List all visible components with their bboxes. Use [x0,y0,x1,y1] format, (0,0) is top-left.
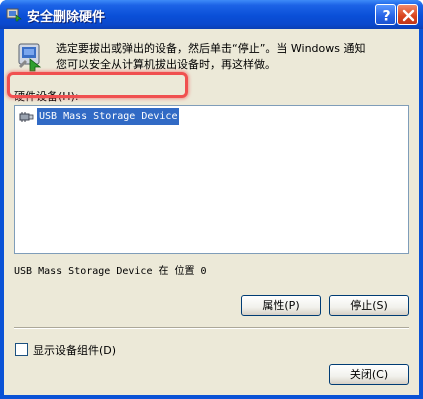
dialog-window: 安全删除硬件 ? 选定要拔出或弹出的设备，然后单击“停止”。当 Windows … [0,0,423,399]
selection-highlight-ring [7,72,188,98]
properties-button[interactable]: 属性(P) [241,295,321,316]
device-label: USB Mass Storage Device [37,108,180,125]
show-components-label[interactable]: 显示设备组件(D) [33,342,116,358]
hardware-devices-list[interactable]: USB Mass Storage Device [14,105,409,254]
instruction-text: 选定要拔出或弹出的设备，然后单击“停止”。当 Windows 通知 您可以安全从… [56,42,366,71]
safely-remove-hardware-icon [6,6,22,22]
help-button[interactable]: ? [375,4,396,25]
divider [14,327,409,329]
close-button[interactable]: 关闭(C) [329,364,409,385]
window-title: 安全删除硬件 [27,10,106,25]
usb-icon [18,109,34,125]
device-location-text: USB Mass Storage Device 在 位置 0 [14,266,207,277]
safely-remove-hardware-icon [16,42,46,72]
close-window-button[interactable] [397,4,418,25]
stop-button[interactable]: 停止(S) [329,295,409,316]
show-components-checkbox[interactable] [15,343,28,356]
close-icon [402,9,415,22]
svg-text:?: ? [382,9,390,25]
title-bar[interactable]: 安全删除硬件 ? [0,0,423,29]
question-mark-icon: ? [382,9,390,25]
